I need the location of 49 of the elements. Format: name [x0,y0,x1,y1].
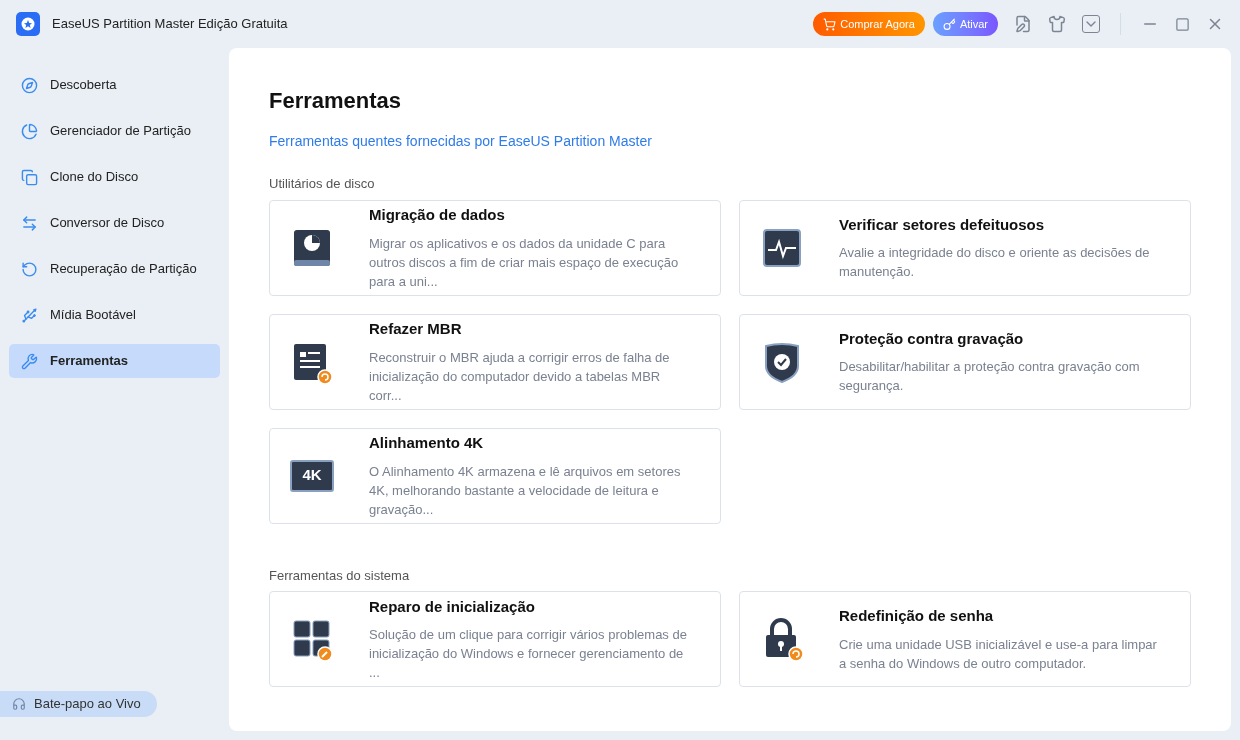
tool-card[interactable]: Verificar setores defeituosos Avalie a integridade do disco e oriente as decisões de manutenção. [739,199,1191,296]
card-description: Crie uma unidade USB inicializável e use-a para limpar a senha do Windows de outro computador. [839,635,1158,673]
window-title: EaseUS Partition Master Edição Gratuita [52,15,288,34]
tool-card[interactable]: Reparo de inicialização Solução de um clique para corrigir vários problemas de inicialização do Windows e fornecer gerenciamento de ... [269,591,721,687]
sidebar-item[interactable]: Clone do Disco [9,160,220,194]
pie-icon [21,122,38,140]
page-subtitle: Ferramentas quentes fornecidas por EaseUS Partition Master [269,132,653,151]
cart-icon [823,17,837,31]
tool-card[interactable]: Migração de dados Migrar os aplicativos e os dados da unidade C para outros discos a fim de criar mais espaço de execução para a uni... [269,199,721,296]
maximize-icon[interactable] [1175,16,1190,32]
card-title: Alinhamento 4K [369,433,485,454]
card-description: Reconstruir o MBR ajuda a corrigir erros de falha de inicialização do computador devido a tabelas MBR corr... [369,348,671,405]
card-description: Desabilitar/habilitar a proteção contra gravação com segurança. [839,358,1141,396]
card-title: Refazer MBR [369,319,463,340]
card-title: Verificar setores defeituosos [839,214,1046,235]
card-description: O Alinhamento 4K armazena e lê arquivos em setores 4K, melhorando bastante a velocidade de leitura e gravação... [369,462,682,519]
card-title: Proteção contra gravação [839,328,1025,349]
card-title: Reparo de inicialização [369,596,536,617]
tools-icon [21,352,38,370]
card-title: Migração de dados [369,205,506,226]
app-logo-icon [16,12,40,36]
compass-icon [21,76,38,94]
sidebar-item[interactable]: Recuperação de Partição [9,252,220,286]
page-title: Ferramentas [269,87,403,115]
sidebar-item[interactable]: Mídia Bootável [9,298,220,332]
activate-button[interactable]: Ativar [932,12,998,36]
tool-card[interactable]: Redefinição de senha Crie uma unidade USB inicializável e use-a para limpar a senha do Windows de outro computador. [739,591,1191,687]
usb-icon [21,306,38,324]
clone-icon [21,168,38,186]
card-description: Migrar os aplicativos e os dados da unidade C para outros discos a fim de criar mais espaço de execução para a uni... [369,234,680,291]
key-icon [942,17,956,31]
sidebar-item[interactable]: Descoberta [9,68,220,102]
dropdown-icon[interactable] [1082,15,1100,33]
tool-card[interactable]: 4K Alinhamento 4K O Alinhamento 4K armazena e lê arquivos em setores 4K, melhorando bastante a velocidade de leitura e gravação... [269,427,721,524]
4k-icon: 4K [290,459,334,492]
shirt-icon[interactable] [1048,15,1066,33]
sidebar-item[interactable]: Conversor de Disco [9,206,220,240]
section-heading: Ferramentas do sistema [269,566,411,585]
section-heading: Utilitários de disco [269,175,376,193]
notes-icon[interactable] [1014,15,1032,33]
tool-card[interactable]: Refazer MBR Reconstruir o MBR ajuda a corrigir erros de falha de inicialização do computador devido a tabelas MBR corr... [269,313,721,410]
sidebar-item[interactable]: Ferramentas [9,344,220,378]
card-description: Solução de um clique para corrigir vários problemas de inicialização do Windows e fornecer gerenciamento de ... [369,626,688,683]
headset-icon [12,697,26,711]
sidebar-item[interactable]: Gerenciador de Partição [9,114,220,148]
card-title: Redefinição de senha [839,606,995,627]
tool-card[interactable]: Proteção contra gravação Desabilitar/habilitar a proteção contra gravação com segurança. [739,313,1191,410]
card-description: Avalie a integridade do disco e oriente as decisões de manutenção. [839,244,1151,282]
live-chat-button[interactable]: Bate-papo ao Vivo [0,691,157,717]
